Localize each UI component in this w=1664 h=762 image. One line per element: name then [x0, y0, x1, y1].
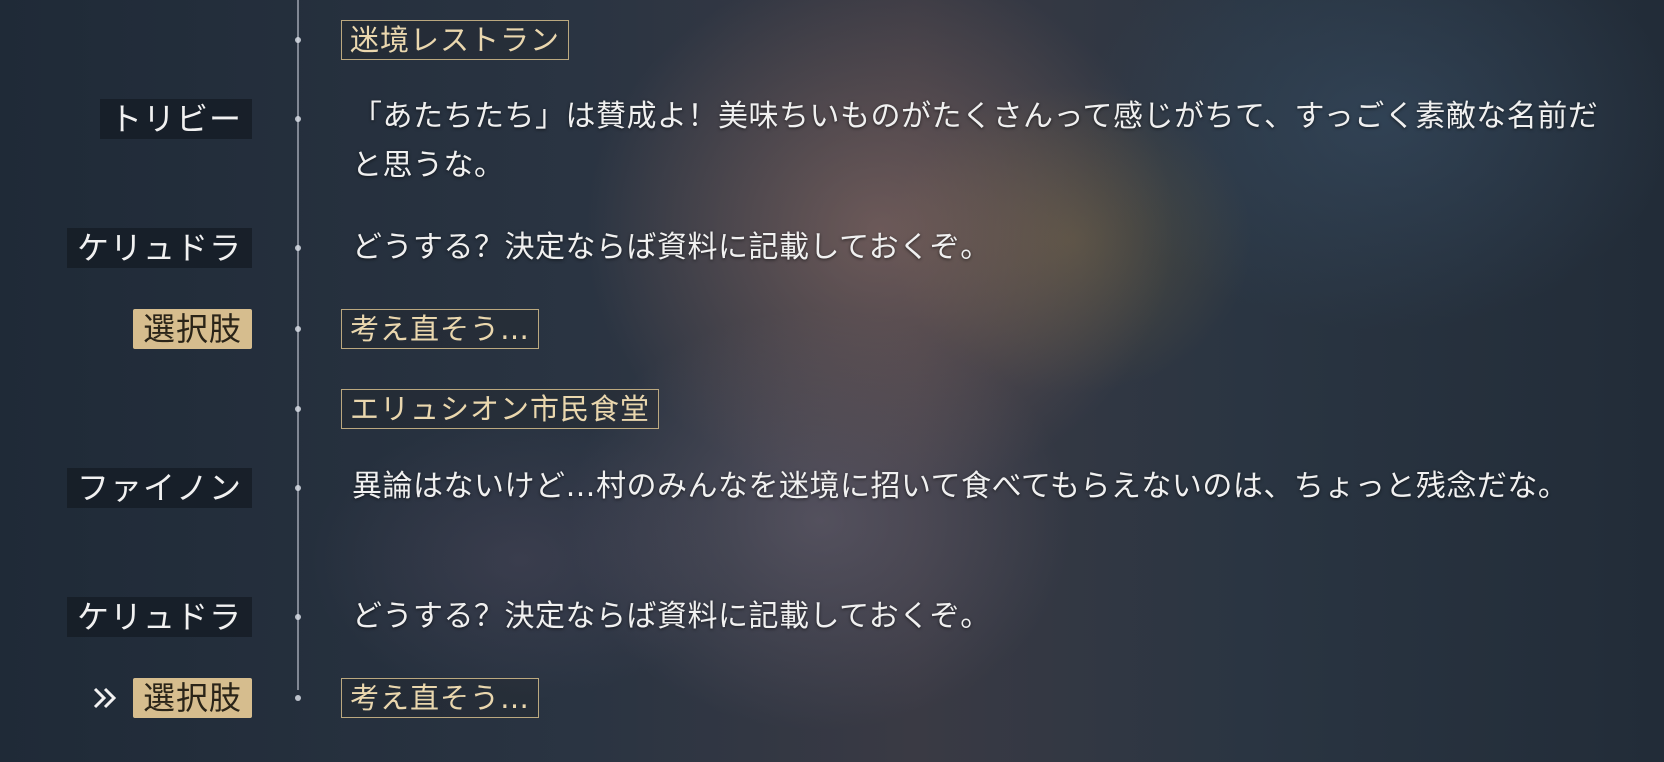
double-chevron-right-icon	[93, 687, 117, 709]
chosen-option: 考え直そう…	[341, 678, 540, 718]
timeline-dot	[295, 406, 301, 412]
dialogue-text: 異論はないけど…村のみんなを迷境に招いて食べてもらえないのは、ちょっと残念だな。	[352, 469, 1569, 504]
chosen-option: 考え直そう…	[341, 309, 540, 349]
dialogue-text: どうする？決定ならば資料に記載しておくぞ。	[352, 599, 991, 634]
speaker-name: トリビー	[99, 99, 252, 139]
choice-label-badge: 選択肢	[132, 309, 252, 349]
speaker-name: ケリュドラ	[66, 228, 252, 268]
location-tag: エリュシオン市民食堂	[341, 389, 660, 429]
timeline-dot	[295, 485, 301, 491]
timeline-dot	[295, 116, 301, 122]
timeline-line	[297, 0, 299, 690]
timeline-dot	[295, 245, 301, 251]
speaker-name: ケリュドラ	[66, 597, 252, 637]
dialogue-text: どうする？決定ならば資料に記載しておくぞ。	[352, 230, 991, 265]
choice-label-badge: 選択肢	[132, 678, 252, 718]
timeline-dot	[295, 326, 301, 332]
timeline-dot	[295, 614, 301, 620]
timeline-dot	[295, 37, 301, 43]
location-tag: 迷境レストラン	[341, 20, 570, 60]
timeline-dot	[295, 695, 301, 701]
speaker-name: ファイノン	[66, 468, 252, 508]
dialogue-text: 「あたちたち」は賛成よ！美味ちいものがたくさんって感じがちて、すっごく素敵な名前…	[352, 99, 1599, 183]
